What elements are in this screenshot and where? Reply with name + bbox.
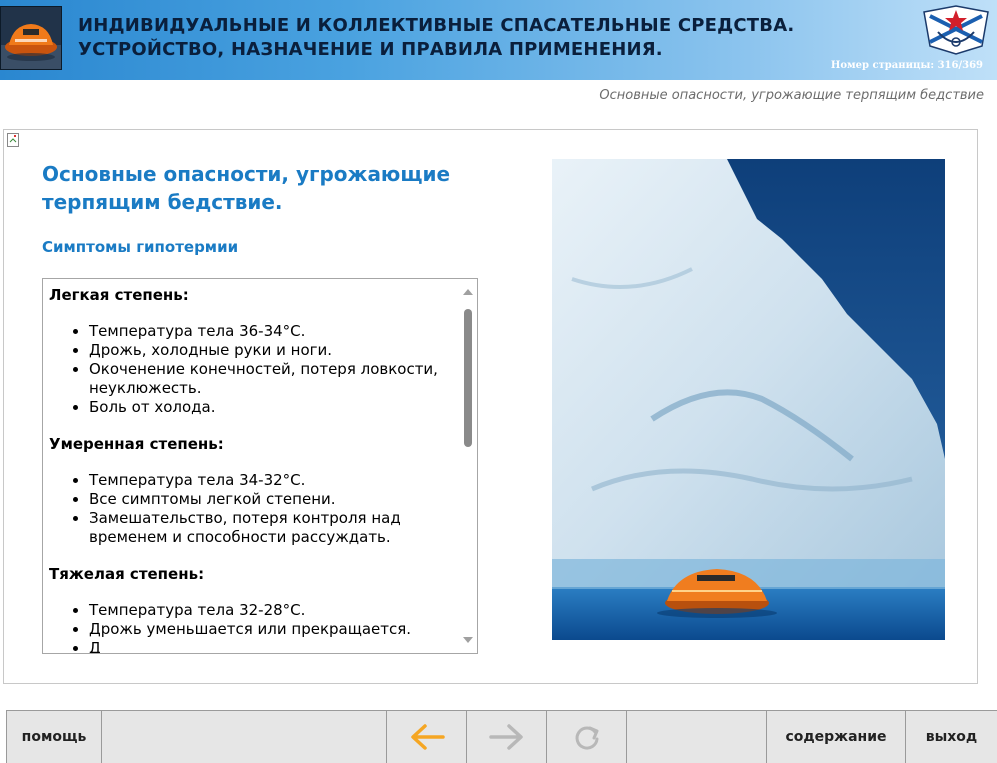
topic-breadcrumb: Основные опасности, угрожающие терпящим … xyxy=(599,88,984,103)
scroll-down-icon[interactable] xyxy=(463,637,473,643)
page-title: Основные опасности, угрожающие терпящим … xyxy=(42,160,512,216)
list-item: Замешательство, потеря контроля над врем… xyxy=(89,509,459,547)
contents-button[interactable]: содержание xyxy=(767,711,906,763)
navy-emblem-icon xyxy=(918,2,994,58)
section-subtitle: Симптомы гипотермии xyxy=(42,238,239,256)
contents-button-label: содержание xyxy=(785,729,887,745)
list-item: Боль от холода. xyxy=(89,398,459,417)
bottom-navigation: помощь содержание выход xyxy=(6,710,997,763)
section-title-moderate: Умеренная степень: xyxy=(49,435,224,453)
exit-button-label: выход xyxy=(925,729,978,745)
list-item: Д xyxy=(89,639,459,653)
arrow-left-icon xyxy=(410,724,445,750)
exit-button[interactable]: выход xyxy=(906,711,997,763)
scrollbar-thumb[interactable] xyxy=(464,309,472,447)
course-title-line2: УСТРОЙСТВО, НАЗНАЧЕНИЕ И ПРАВИЛА ПРИМЕНЕ… xyxy=(78,39,663,60)
course-title-line1: ИНДИВИДУАЛЬНЫЕ И КОЛЛЕКТИВНЫЕ СПАСАТЕЛЬН… xyxy=(78,15,795,36)
nav-spacer-right xyxy=(627,711,767,763)
broken-image-icon xyxy=(7,132,21,147)
back-button[interactable] xyxy=(387,711,467,763)
list-item: Окоченение конечностей, потеря ловкости,… xyxy=(89,360,459,398)
nav-spacer-left xyxy=(102,711,387,763)
section-title-mild: Легкая степень: xyxy=(49,286,189,304)
list-item: Дрожь, холодные руки и ноги. xyxy=(89,341,459,360)
help-button[interactable]: помощь xyxy=(7,711,102,763)
forward-button[interactable] xyxy=(467,711,547,763)
page-title-line2: терпящим бедствие. xyxy=(42,190,283,214)
symptom-list-moderate: Температура тела 34-32°С. Все симптомы л… xyxy=(49,471,459,547)
scroll-up-icon[interactable] xyxy=(463,289,473,295)
section-title-severe: Тяжелая степень: xyxy=(49,565,205,583)
list-item: Температура тела 34-32°С. xyxy=(89,471,459,490)
list-item: Температура тела 32-28°С. xyxy=(89,601,459,620)
symptoms-text: Легкая степень: Температура тела 36-34°С… xyxy=(49,285,459,653)
symptom-list-mild: Температура тела 36-34°С. Дрожь, холодны… xyxy=(49,322,459,417)
replay-button[interactable] xyxy=(547,711,627,763)
page-number: Номер страницы: 316/369 xyxy=(830,60,983,71)
list-item: Температура тела 36-34°С. xyxy=(89,322,459,341)
replay-icon xyxy=(575,726,598,750)
arrow-right-icon xyxy=(488,724,523,750)
page-title-line1: Основные опасности, угрожающие xyxy=(42,162,451,186)
course-title: ИНДИВИДУАЛЬНЫЕ И КОЛЛЕКТИВНЫЕ СПАСАТЕЛЬН… xyxy=(78,14,794,62)
header-banner: ИНДИВИДУАЛЬНЫЕ И КОЛЛЕКТИВНЫЕ СПАСАТЕЛЬН… xyxy=(0,0,997,80)
list-item: Все симптомы легкой степени. xyxy=(89,490,459,509)
raft-logo-icon xyxy=(0,6,62,70)
symptoms-scroll-panel[interactable]: Легкая степень: Температура тела 36-34°С… xyxy=(42,278,478,654)
content-frame: Основные опасности, угрожающие терпящим … xyxy=(3,129,978,684)
help-button-label: помощь xyxy=(21,729,87,745)
iceberg-photo xyxy=(552,159,945,640)
list-item: Дрожь уменьшается или прекращается. xyxy=(89,620,459,639)
scrollbar[interactable] xyxy=(461,279,477,653)
symptom-list-severe: Температура тела 32-28°С. Дрожь уменьшае… xyxy=(49,601,459,653)
